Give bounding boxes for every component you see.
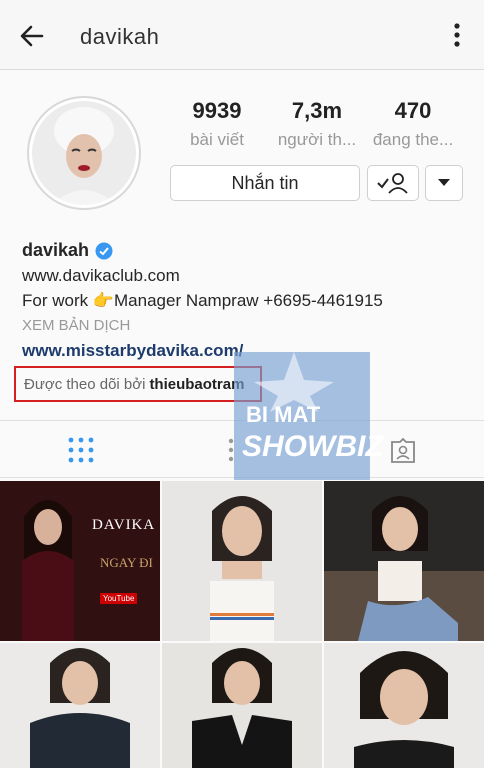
post-thumbnail[interactable] — [0, 643, 160, 768]
post-image — [162, 643, 322, 768]
chevron-down-icon — [438, 179, 450, 186]
stat-label: bài viết — [190, 130, 244, 149]
followed-by-prefix: Được theo dõi bởi — [24, 375, 146, 393]
followers-count[interactable]: 7,3m người th... — [272, 98, 362, 150]
grid-view-icon[interactable] — [66, 435, 96, 465]
stat-value: 7,3m — [291, 98, 343, 123]
bio-username: davikah — [22, 240, 90, 260]
following-check-icon — [377, 173, 408, 194]
suggestions-dropdown-button[interactable] — [425, 165, 463, 201]
posts-count[interactable]: 9939 bài viết — [172, 98, 262, 150]
more-options-icon[interactable] — [450, 20, 464, 50]
verified-badge-icon — [95, 242, 113, 259]
stat-value: 470 — [394, 98, 432, 123]
back-arrow-icon[interactable] — [16, 20, 48, 52]
post-image — [162, 481, 322, 641]
translate-button[interactable]: XEM BẢN DỊCH — [22, 313, 472, 338]
bio-name-row: davikah — [22, 238, 472, 263]
followed-by-user[interactable]: thieubaotram — [149, 376, 244, 393]
following-button[interactable] — [367, 165, 419, 201]
watermark-line2: SHOWBIZ — [242, 430, 384, 463]
message-button[interactable]: Nhắn tin — [170, 165, 360, 201]
post-caption-bottom: NGAY ĐI — [100, 555, 153, 570]
stat-value: 9939 — [192, 98, 242, 123]
watermark-logo: BI MAT SHOWBIZ — [234, 352, 384, 480]
stat-label: người th... — [277, 130, 357, 149]
post-image — [324, 481, 484, 641]
post-thumbnail[interactable] — [324, 481, 484, 641]
post-thumbnail[interactable] — [324, 643, 484, 768]
post-caption-top: DAVIKA — [92, 517, 156, 533]
followed-by-line[interactable]: Được theo dõi bởi thieubaotram — [14, 366, 262, 402]
following-count[interactable]: 470 đang the... — [368, 98, 458, 150]
watermark-line1: BI MAT — [246, 402, 321, 427]
bio-website-link[interactable]: www.davikaclub.com — [22, 263, 472, 288]
tagged-photos-icon[interactable] — [388, 435, 418, 465]
post-caption-small: YouTube — [100, 593, 138, 604]
top-bar: davikah — [0, 0, 484, 70]
profile-bio: davikah www.davikaclub.com For work 👉Man… — [22, 238, 472, 363]
post-thumbnail[interactable]: DAVIKA NGAY ĐI YouTube — [0, 481, 160, 641]
post-image — [0, 643, 160, 768]
avatar-photo — [32, 101, 136, 205]
post-thumbnail[interactable] — [162, 643, 322, 768]
profile-avatar[interactable] — [27, 96, 141, 210]
post-thumbnail[interactable] — [162, 481, 322, 641]
post-image — [324, 643, 484, 768]
bio-work-line: For work 👉Manager Nampraw +6695-4461915 — [22, 291, 383, 310]
profile-username-title: davikah — [80, 24, 160, 49]
stat-label: đang the... — [372, 130, 454, 149]
